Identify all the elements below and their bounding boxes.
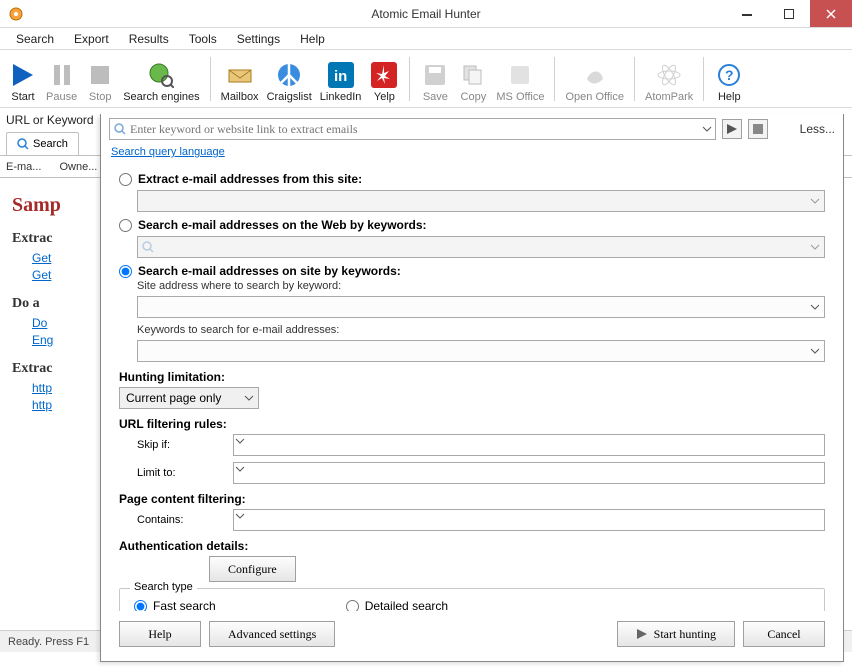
openoffice-button[interactable]: Open Office [561,51,628,107]
linkedin-icon: in [327,61,355,89]
search-icon [114,123,126,135]
menu-settings[interactable]: Settings [229,30,288,48]
col-email[interactable]: E-ma... [6,161,41,173]
site-combo[interactable] [137,190,825,212]
msoffice-button[interactable]: MS Office [492,51,548,107]
url-keyword-label: URL or Keyword [6,113,94,127]
app-icon [8,6,24,22]
hunting-limit-select[interactable]: Current page only [119,387,259,409]
cancel-button[interactable]: Cancel [743,621,825,647]
save-button[interactable]: Save [416,51,454,107]
chevron-down-icon[interactable] [701,123,713,135]
search-icon [17,138,29,150]
radio-fast[interactable]: Fast search [134,599,216,611]
yelp-button[interactable]: Yelp [365,51,403,107]
radio-extract-site[interactable] [119,173,132,186]
pause-button[interactable]: Pause [42,51,81,107]
atompark-button[interactable]: AtomPark [641,51,697,107]
chevron-down-icon [809,301,821,313]
mailbox-button[interactable]: Mailbox [217,51,263,107]
start-hunting-button[interactable]: Start hunting [617,621,735,647]
keyword-combo[interactable] [109,118,716,140]
help-icon: ? [715,61,743,89]
openoffice-icon [581,61,609,89]
peace-icon [275,61,303,89]
skip-if-combo[interactable] [233,434,825,456]
contains-combo[interactable] [233,509,825,531]
dialog-help-button[interactable]: Help [119,621,201,647]
menu-search[interactable]: Search [8,30,62,48]
help-button[interactable]: ? Help [710,51,748,107]
yelp-icon [370,61,398,89]
chevron-down-icon [809,241,821,253]
search-icon [142,241,154,253]
craigslist-button[interactable]: Craigslist [263,51,316,107]
svg-text:in: in [334,68,347,85]
keyword-input[interactable] [130,122,711,137]
advanced-settings-button[interactable]: Advanced settings [209,621,335,647]
linkedin-button[interactable]: in LinkedIn [316,51,366,107]
configure-button[interactable]: Configure [209,556,296,582]
toolbar: Start Pause Stop Search engines Mailbox … [0,50,852,108]
radio-detailed[interactable]: Detailed search [346,599,448,611]
stop-icon [86,61,114,89]
radio-search-site[interactable] [119,265,132,278]
play-icon [9,61,37,89]
site-address-combo[interactable] [137,296,825,318]
minimize-button[interactable] [726,0,768,27]
mailbox-icon [226,61,254,89]
atom-icon [655,61,683,89]
chevron-down-icon [809,195,821,207]
svg-text:?: ? [725,67,734,83]
menu-help[interactable]: Help [292,30,333,48]
menu-bar: Search Export Results Tools Settings Hel… [0,28,852,50]
close-button[interactable] [810,0,852,27]
run-button[interactable] [722,119,742,139]
chevron-down-icon [809,345,821,357]
stop-small-button[interactable] [748,119,768,139]
window-title: Atomic Email Hunter [371,7,480,21]
copy-icon [459,61,487,89]
start-button[interactable]: Start [4,51,42,107]
site-keywords-combo[interactable] [137,340,825,362]
query-language-link[interactable]: Search query language [111,146,225,158]
limit-to-combo[interactable] [233,462,825,484]
stop-button[interactable]: Stop [81,51,119,107]
title-bar: Atomic Email Hunter [0,0,852,28]
msoffice-icon [506,61,534,89]
radio-search-web[interactable] [119,219,132,232]
search-type-group: Search type Fast search Detailed search [119,588,825,611]
chevron-down-icon [243,392,255,404]
search-engines-button[interactable]: Search engines [119,51,203,107]
menu-results[interactable]: Results [121,30,177,48]
tab-search[interactable]: Search [6,132,79,155]
play-icon [636,628,648,640]
menu-tools[interactable]: Tools [181,30,225,48]
globe-search-icon [147,61,175,89]
chevron-down-icon [234,463,824,475]
pause-icon [48,61,76,89]
floppy-icon [421,61,449,89]
copy-button[interactable]: Copy [454,51,492,107]
chevron-down-icon [234,435,824,447]
web-keywords-combo[interactable] [137,236,825,258]
search-dialog: Less... Search query language Extract e-… [100,114,844,662]
menu-export[interactable]: Export [66,30,117,48]
col-owner[interactable]: Owne... [59,161,97,173]
less-link[interactable]: Less... [800,122,835,136]
chevron-down-icon [234,510,824,522]
maximize-button[interactable] [768,0,810,27]
